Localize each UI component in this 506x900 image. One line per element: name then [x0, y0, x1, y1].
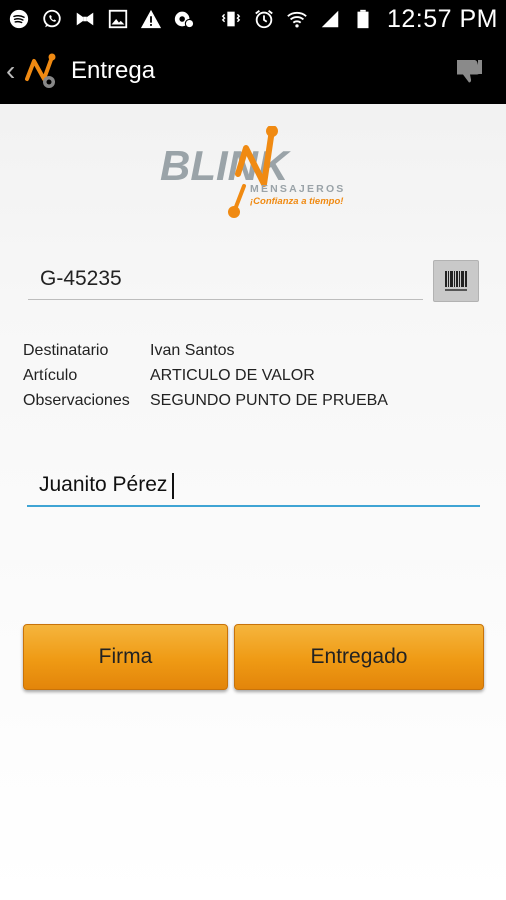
- back-chevron-icon[interactable]: ‹: [6, 57, 20, 85]
- signal-icon: [319, 8, 341, 30]
- detail-label: Observaciones: [23, 391, 130, 409]
- receiver-name-input[interactable]: [27, 464, 480, 507]
- page-title: Entrega: [71, 57, 156, 84]
- spotify-icon: [8, 8, 30, 30]
- whatsapp-icon: [41, 8, 63, 30]
- warning-icon: [140, 8, 162, 30]
- detail-value: Ivan Santos: [150, 341, 235, 359]
- barcode-scan-button[interactable]: [433, 260, 479, 302]
- bowtie-icon: [74, 8, 96, 30]
- detail-label: Destinatario: [23, 341, 109, 359]
- wifi-icon: [286, 8, 308, 30]
- status-time: 12:57 PM: [386, 4, 498, 33]
- alarm-icon: [253, 8, 275, 30]
- detail-row-article: Artículo ARTICULO DE VALOR: [23, 363, 388, 388]
- status-bar: 12:57 PM: [0, 0, 506, 38]
- app-logo-icon[interactable]: [22, 49, 58, 93]
- detail-value: ARTICULO DE VALOR: [150, 366, 315, 384]
- battery-icon: [352, 8, 374, 30]
- app-bar: ‹ Entrega: [0, 38, 506, 104]
- delivered-button[interactable]: Entregado: [234, 624, 484, 690]
- detail-label: Artículo: [23, 366, 78, 384]
- detail-row-observations: Observaciones SEGUNDO PUNTO DE PRUEBA: [23, 388, 388, 413]
- settings-notification-icon: [173, 8, 195, 30]
- brand-slogan: ¡Confianza a tiempo!: [250, 196, 343, 207]
- code-input[interactable]: [28, 258, 423, 300]
- delivery-details: Destinatario Ivan Santos Artículo ARTICU…: [23, 338, 388, 413]
- brand-subtitle: MENSAJEROS: [250, 183, 346, 195]
- signature-button[interactable]: Firma: [23, 624, 228, 690]
- image-icon: [107, 8, 129, 30]
- vibrate-icon: [220, 8, 242, 30]
- text-cursor: [172, 473, 175, 499]
- thumbs-down-icon[interactable]: [454, 56, 484, 86]
- detail-value: SEGUNDO PUNTO DE PRUEBA: [150, 391, 388, 409]
- detail-row-recipient: Destinatario Ivan Santos: [23, 338, 388, 363]
- barcode-icon: [445, 271, 467, 291]
- brand-logo: BLINK MENSAJEROS ¡Confianza a tiempo!: [160, 125, 352, 222]
